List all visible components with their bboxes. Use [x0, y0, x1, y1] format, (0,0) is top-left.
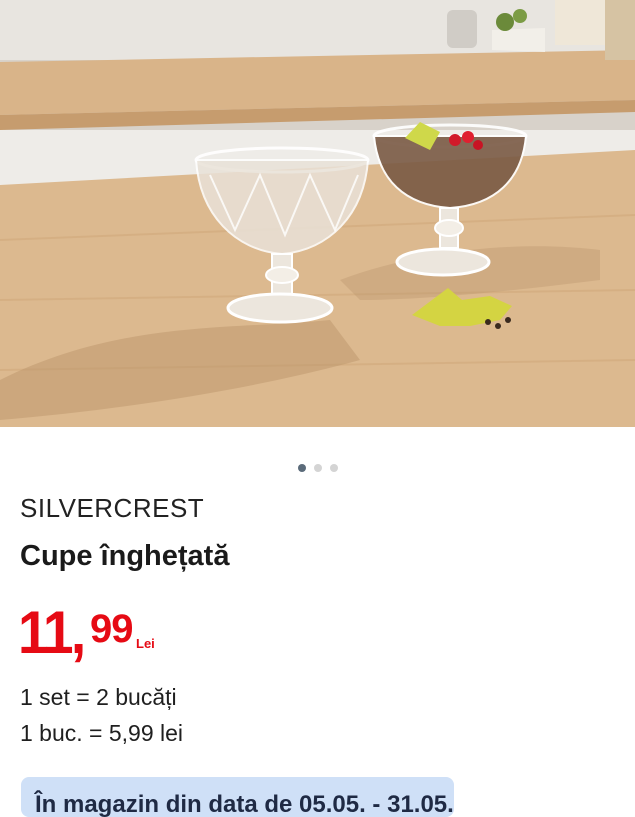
product-brand: SILVERCREST: [20, 493, 205, 523]
unit-price: 1 buc. = 5,99 lei: [20, 720, 184, 746]
product-image[interactable]: [0, 0, 635, 427]
carousel-dot-1[interactable]: [297, 463, 306, 472]
carousel-dot-3[interactable]: [329, 463, 338, 472]
price-decimals: 99: [90, 607, 133, 651]
price-currency: Lei: [136, 636, 155, 651]
price-integer: 11,: [18, 599, 86, 666]
pack-info: 1 set = 2 bucăți: [20, 684, 177, 710]
product-price: 11, 99 Lei: [18, 599, 155, 666]
product-title: Cupe înghețată: [20, 540, 230, 572]
carousel-dot-2[interactable]: [313, 463, 322, 472]
carousel-dots: [0, 459, 635, 472]
availability-text: În magazin din data de 05.05. - 31.05.: [35, 791, 454, 817]
availability-banner: În magazin din data de 05.05. - 31.05.: [21, 777, 454, 817]
